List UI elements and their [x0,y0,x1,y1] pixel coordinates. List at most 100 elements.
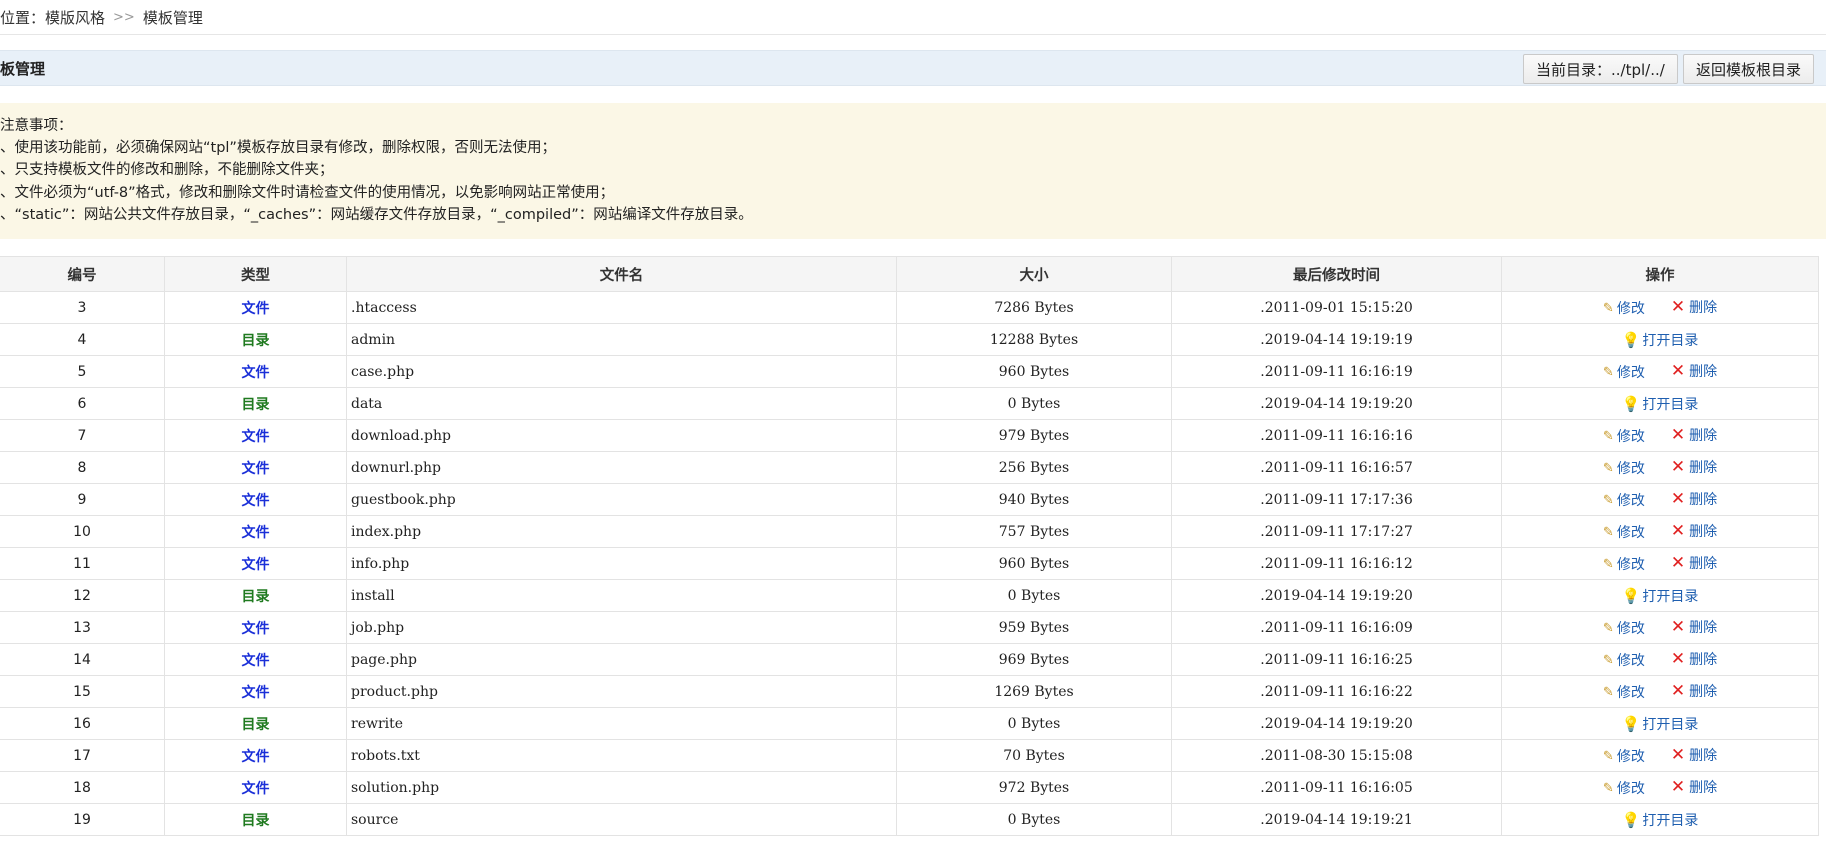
delete-label: 删除 [1689,491,1718,508]
delete-link[interactable]: ✕ 删除 [1671,521,1717,541]
edit-link[interactable]: ✎ 修改 [1603,426,1645,446]
cell-actions: ✎ 修改 ✕ 删除 [1501,675,1819,708]
cell-actions: ✎ 修改 ✕ 删除 [1501,611,1819,644]
cell-modified: .2011-09-11 16:16:16 [1171,419,1502,452]
breadcrumb-item-template-manage[interactable]: 模板管理 [143,7,203,28]
cell-id: 15 [0,675,165,708]
x-icon: ✕ [1670,296,1686,317]
cell-actions: ✎ 修改 ✕ 删除 [1501,547,1819,580]
column-header-type: 类型 [164,256,347,292]
edit-link[interactable]: ✎ 修改 [1603,458,1645,478]
pencil-icon: ✎ [1602,684,1614,700]
edit-label: 修改 [1616,365,1645,382]
file-table: 编号 类型 文件名 大小 最后修改时间 操作 3 文件 .htaccess 7286 … [0,256,1819,836]
cell-type: 文件 [164,419,347,452]
edit-link[interactable]: ✎ 修改 [1603,682,1645,702]
notice-line: 、文件必须为“utf-8”格式，修改和删除文件时请检查文件的使用情况，以免影响网… [0,184,615,201]
open-dir-link[interactable]: 💡 打开目录 [1622,714,1699,734]
cell-actions: ✎ 修改 ✕ 删除 [1501,483,1819,516]
delete-link[interactable]: ✕ 删除 [1671,425,1717,445]
cell-size: 959 Bytes [896,611,1172,644]
open-dir-link[interactable]: 💡 打开目录 [1622,330,1699,350]
cell-size: 0 Bytes [896,387,1172,420]
current-dir-button[interactable]: 当前目录：../tpl/../ [1523,54,1678,84]
table-row: 5 文件 case.php 960 Bytes .2011-09-11 16:16:19… [0,355,1819,388]
notice-line: 、“static”：网站公共文件存放目录，“_caches”：网站缓存文件存放目… [0,206,753,223]
open-dir-link[interactable]: 💡 打开目录 [1622,810,1699,830]
pencil-icon: ✎ [1602,620,1614,636]
cell-id: 9 [0,483,165,516]
cell-type: 目录 [164,707,347,740]
cell-size: 70 Bytes [896,739,1172,772]
table-row: 12 目录 install 0 Bytes .2019-04-14 19:19:20 💡 打… [0,579,1819,612]
delete-link[interactable]: ✕ 删除 [1671,649,1717,669]
edit-link[interactable]: ✎ 修改 [1603,618,1645,638]
cell-size: 969 Bytes [896,643,1172,676]
cell-filename: page.php [346,643,897,676]
pencil-icon: ✎ [1602,492,1614,508]
delete-label: 删除 [1689,683,1718,700]
cell-filename: job.php [346,611,897,644]
table-row: 17 文件 robots.txt 70 Bytes .2011-08-30 15:15:… [0,739,1819,772]
cell-filename: case.php [346,355,897,388]
edit-link[interactable]: ✎ 修改 [1603,522,1645,542]
edit-label: 修改 [1616,301,1645,318]
edit-link[interactable]: ✎ 修改 [1603,362,1645,382]
cell-filename: install [346,579,897,612]
cell-type: 目录 [164,387,347,420]
edit-label: 修改 [1616,685,1645,702]
cell-type: 文件 [164,515,347,548]
delete-link[interactable]: ✕ 删除 [1671,489,1717,509]
open-dir-label: 打开目录 [1642,716,1699,733]
cell-size: 256 Bytes [896,451,1172,484]
cell-filename: .htaccess [346,291,897,324]
notice-heading: 注意事项： [0,118,73,134]
table-row: 11 文件 info.php 960 Bytes .2011-09-11 16:16:1… [0,547,1819,580]
cell-actions: 💡 打开目录 [1501,323,1819,356]
cell-type: 文件 [164,611,347,644]
edit-link[interactable]: ✎ 修改 [1603,778,1645,798]
double-chevron-icon: >> [113,9,135,25]
table-row: 6 目录 data 0 Bytes .2019-04-14 19:19:20 💡 打开目录 [0,387,1819,420]
delete-label: 删除 [1689,555,1718,572]
cell-id: 12 [0,579,165,612]
cell-modified: .2011-09-11 16:16:05 [1171,771,1502,804]
table-row: 19 目录 source 0 Bytes .2019-04-14 19:19:21 💡 打开… [0,803,1819,836]
delete-link[interactable]: ✕ 删除 [1671,681,1717,701]
cell-id: 3 [0,291,165,324]
delete-label: 删除 [1689,747,1718,764]
delete-label: 删除 [1689,459,1718,476]
x-icon: ✕ [1670,744,1686,765]
delete-link[interactable]: ✕ 删除 [1671,553,1717,573]
cell-type: 文件 [164,739,347,772]
delete-link[interactable]: ✕ 删除 [1671,457,1717,477]
cell-actions: 💡 打开目录 [1501,579,1819,612]
cell-size: 0 Bytes [896,803,1172,836]
x-icon: ✕ [1670,456,1686,477]
delete-link[interactable]: ✕ 删除 [1671,745,1717,765]
delete-link[interactable]: ✕ 删除 [1671,617,1717,637]
edit-link[interactable]: ✎ 修改 [1603,298,1645,318]
cell-size: 757 Bytes [896,515,1172,548]
edit-label: 修改 [1616,557,1645,574]
cell-modified: .2011-09-11 16:16:22 [1171,675,1502,708]
edit-link[interactable]: ✎ 修改 [1603,650,1645,670]
edit-link[interactable]: ✎ 修改 [1603,746,1645,766]
table-row: 10 文件 index.php 757 Bytes .2011-09-11 17:17:… [0,515,1819,548]
edit-link[interactable]: ✎ 修改 [1603,554,1645,574]
delete-link[interactable]: ✕ 删除 [1671,297,1717,317]
edit-link[interactable]: ✎ 修改 [1603,490,1645,510]
page: 位置： 模版风格 >> 模板管理 板管理 当前目录：../tpl/../ 返回模… [0,0,1826,847]
breadcrumb-item-template-style[interactable]: 模版风格 [45,7,105,28]
open-dir-link[interactable]: 💡 打开目录 [1622,394,1699,414]
table-row: 8 文件 downurl.php 256 Bytes .2011-09-11 16:16… [0,451,1819,484]
back-to-root-button[interactable]: 返回模板根目录 [1683,54,1815,84]
delete-link[interactable]: ✕ 删除 [1671,777,1717,797]
open-dir-link[interactable]: 💡 打开目录 [1622,586,1699,606]
cell-id: 17 [0,739,165,772]
cell-filename: admin [346,323,897,356]
delete-link[interactable]: ✕ 删除 [1671,361,1717,381]
cell-modified: .2019-04-14 19:19:20 [1171,707,1502,740]
cell-modified: .2011-09-11 17:17:27 [1171,515,1502,548]
cell-filename: guestbook.php [346,483,897,516]
